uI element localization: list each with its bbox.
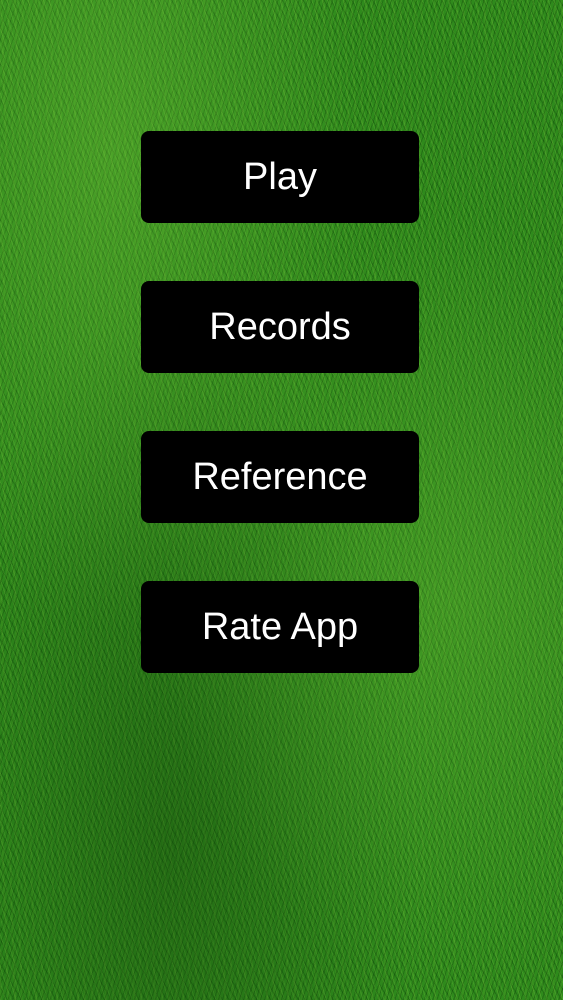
play-button[interactable]: Play [141, 131, 419, 223]
reference-button[interactable]: Reference [141, 431, 419, 523]
rate-app-button[interactable]: Rate App [141, 581, 419, 673]
records-button[interactable]: Records [141, 281, 419, 373]
main-menu: Play Records Reference Rate App [141, 131, 419, 673]
